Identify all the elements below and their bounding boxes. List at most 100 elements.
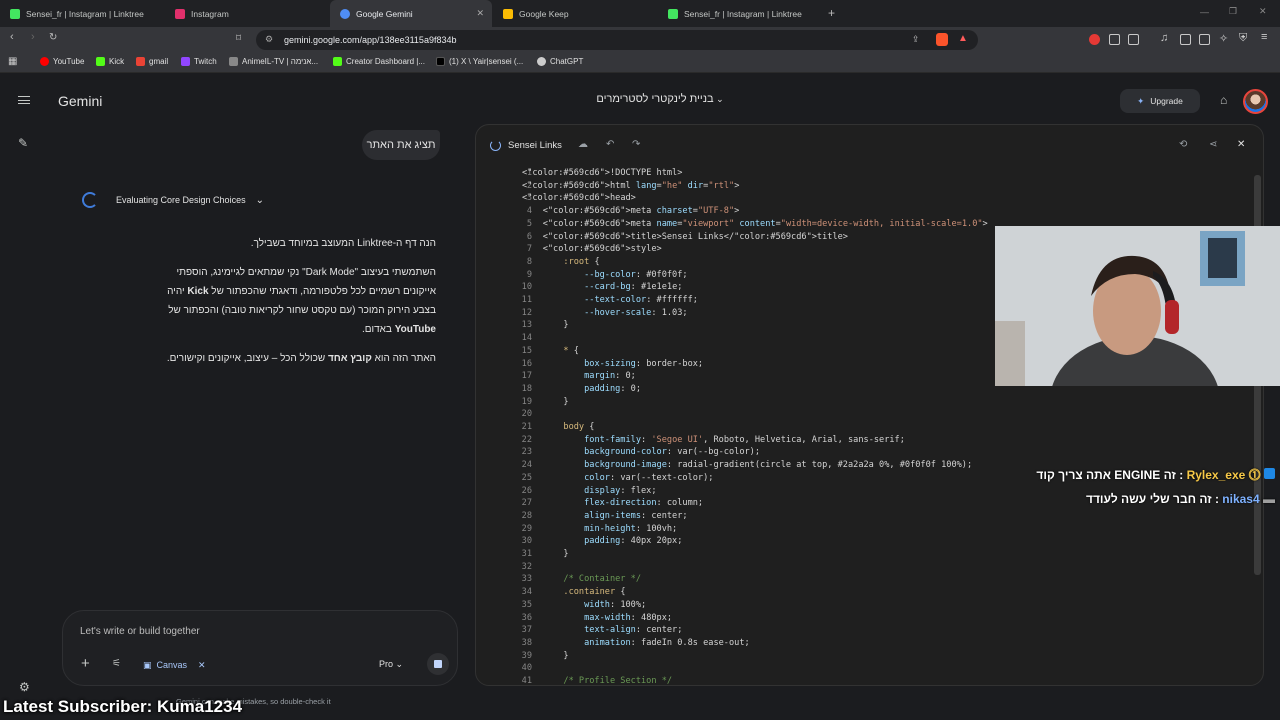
close-tab-icon[interactable]: ✕ xyxy=(476,8,484,19)
tab-keep[interactable]: Google Keep xyxy=(493,0,658,27)
forward-icon[interactable]: › xyxy=(31,31,35,43)
bookmark-chatgpt[interactable]: ChatGPT xyxy=(537,57,583,66)
url-field[interactable]: ⚙ gemini.google.com/app/138ee3115a9f834b… xyxy=(256,30,978,50)
chevron-down-icon: ⌄ xyxy=(255,194,264,206)
conversation-title[interactable]: ⌄ בניית לינקטרי לסטרימרים xyxy=(560,93,760,105)
sidebar-icon[interactable] xyxy=(1180,34,1191,45)
brave-shield-icon[interactable] xyxy=(936,33,948,46)
x-icon xyxy=(436,57,445,66)
site-info-icon[interactable]: ⚙ xyxy=(265,34,273,45)
answer-text: אייקונים רשמיים לכל פלטפורמה, ודאגתי שהכ… xyxy=(208,286,436,297)
bookmark-icon[interactable]: ⌑ xyxy=(236,33,241,44)
instagram-icon xyxy=(175,8,185,19)
code-line: /* Profile Section */ xyxy=(522,676,673,686)
close-icon[interactable]: ✕ xyxy=(1237,139,1245,150)
reload-icon[interactable]: ↻ xyxy=(49,32,57,43)
animeil-icon xyxy=(229,57,238,66)
add-files-icon[interactable]: + xyxy=(81,655,90,672)
bookmark-youtube[interactable]: YouTube xyxy=(40,57,84,66)
code-line: } xyxy=(522,650,569,661)
thinking-toggle[interactable]: Evaluating Core Design Choices ⌄ xyxy=(82,192,264,208)
answer-text: באדום. xyxy=(361,324,395,335)
code-line: <"color:#569cd6">style> xyxy=(522,244,662,255)
stop-button[interactable] xyxy=(427,653,449,675)
screenshot-icon[interactable] xyxy=(1128,34,1139,45)
code-line: :root { xyxy=(563,256,600,267)
tab-strip: Sensei_fr | Instagram | Linktree Instagr… xyxy=(0,0,1280,27)
leo-ai-icon[interactable]: ✧ xyxy=(1219,32,1228,45)
code-line: animation: fadeIn 0.8s ease-out; xyxy=(584,637,750,648)
wallet-icon[interactable] xyxy=(1199,34,1210,45)
apps-grid-icon[interactable]: ▦ xyxy=(8,56,17,67)
bookmark-gmail[interactable]: gmail xyxy=(136,57,168,66)
tools-icon[interactable]: ⚟ xyxy=(112,658,121,669)
badge-icon: ⓵ xyxy=(1248,468,1261,482)
code-line: color: var(--text-color); xyxy=(584,472,714,483)
share-icon[interactable]: ⋖ xyxy=(1209,139,1217,150)
settings-gear-icon[interactable]: ⚙ xyxy=(19,680,30,694)
bookmark-animeil[interactable]: AnimeIL-TV | אנימה... xyxy=(229,57,318,66)
main-menu-icon[interactable] xyxy=(18,96,30,104)
answer-text: שכולל הכל – עיצוב, אייקונים וקישורים. xyxy=(166,353,328,364)
tab-instagram[interactable]: Instagram xyxy=(165,0,330,27)
window-close-icon[interactable]: ✕ xyxy=(1259,6,1267,17)
redo-icon[interactable]: ↷ xyxy=(632,139,640,150)
conversation-title-text: בניית לינקטרי לסטרימרים xyxy=(596,93,714,105)
code-line: <"color:#569cd6">meta name="viewport" co… xyxy=(522,218,988,229)
stream-chat: ⓵ Rylex_exe : זה ENGINE אתה צריך קוד ▬ n… xyxy=(1030,464,1275,510)
bookmark-kick[interactable]: Kick xyxy=(96,57,124,66)
avatar[interactable] xyxy=(1243,89,1268,114)
tab-linktree-1[interactable]: Sensei_fr | Instagram | Linktree xyxy=(0,0,165,27)
history-icon[interactable]: ⟲ xyxy=(1179,139,1187,150)
sparkle-icon: ✦ xyxy=(1137,95,1145,106)
line-number: 14 xyxy=(521,333,532,344)
gmail-icon xyxy=(136,57,145,66)
bookmark-x[interactable]: (1) X \ Yair|sensei (... xyxy=(436,57,523,66)
vpn-icon[interactable]: ⛨ xyxy=(1239,32,1247,45)
tab-gemini[interactable]: Google Gemini ✕ xyxy=(330,0,492,27)
chat-username: Rylex_exe xyxy=(1186,468,1246,482)
code-line: <"color:#569cd6">meta charset="UTF-8"> xyxy=(522,206,740,217)
code-line: --card-bg: #1e1e1e; xyxy=(584,282,683,293)
model-selector[interactable]: Pro ⌄ xyxy=(379,659,403,670)
bookmark-creator-dashboard[interactable]: Creator Dashboard |... xyxy=(333,57,425,66)
url-text: gemini.google.com/app/138ee3115a9f834b xyxy=(284,35,457,45)
answer-line: בצבע הירוק המוכר (עם טקסט שחור לקריאות ט… xyxy=(168,305,436,316)
kick-icon xyxy=(1264,468,1275,479)
gemini-app: Gemini ✎ ⌄ בניית לינקטרי לסטרימרים ✦ Upg… xyxy=(0,74,1280,720)
share-icon[interactable]: ⇪ xyxy=(912,34,920,45)
temporary-chat-icon[interactable]: ⌂ xyxy=(1220,93,1227,107)
back-icon[interactable]: ‹ xyxy=(10,31,14,43)
menu-icon[interactable]: ≡ xyxy=(1261,31,1267,43)
new-chat-icon[interactable]: ✎ xyxy=(18,136,28,150)
remove-chip-icon[interactable]: ✕ xyxy=(198,660,206,671)
cloud-icon[interactable]: ☁ xyxy=(578,139,588,150)
code-line: --bg-color: #0f0f0f; xyxy=(584,269,688,280)
extension-record-icon[interactable] xyxy=(1089,34,1100,45)
undo-icon[interactable]: ↶ xyxy=(606,139,614,150)
chevron-down-icon: ⌄ xyxy=(713,94,724,104)
rewards-icon[interactable]: ▲ xyxy=(958,33,968,44)
linktree-icon xyxy=(668,8,678,19)
answer-paragraph-2: השתמשתי בעיצוב "Dark Mode" נקי שמתאים לג… xyxy=(120,263,436,339)
bookmark-label: YouTube xyxy=(53,57,85,66)
tab-label: Instagram xyxy=(191,8,229,19)
minimize-icon[interactable]: — xyxy=(1200,7,1209,17)
restore-icon[interactable]: ❐ xyxy=(1229,6,1237,17)
user-message: תציג את האתר xyxy=(362,130,440,160)
new-tab-icon[interactable]: + xyxy=(828,6,835,20)
webcam-feed xyxy=(995,226,1280,386)
extension-puzzle-icon[interactable] xyxy=(1109,34,1120,45)
bookmark-label: AnimeIL-TV | אנימה... xyxy=(242,57,319,66)
bookmark-twitch[interactable]: Twitch xyxy=(181,57,217,66)
prompt-box[interactable]: Let's write or build together + ⚟ ▣ Canv… xyxy=(62,610,458,686)
tab-linktree-2[interactable]: Sensei_fr | Instagram | Linktree xyxy=(658,0,823,27)
chat-message: ⓵ Rylex_exe : זה ENGINE אתה צריך קוד xyxy=(1030,464,1275,486)
answer-line: השתמשתי בעיצוב "Dark Mode" נקי שמתאים לג… xyxy=(176,267,436,278)
code-line: text-align: center; xyxy=(584,625,683,636)
upgrade-button[interactable]: ✦ Upgrade xyxy=(1120,89,1200,113)
canvas-chip[interactable]: ▣ Canvas ✕ xyxy=(143,655,206,675)
media-icon[interactable]: ♫ xyxy=(1160,32,1168,44)
prompt-input[interactable]: Let's write or build together xyxy=(80,626,200,637)
gemini-spark-icon xyxy=(82,192,98,208)
